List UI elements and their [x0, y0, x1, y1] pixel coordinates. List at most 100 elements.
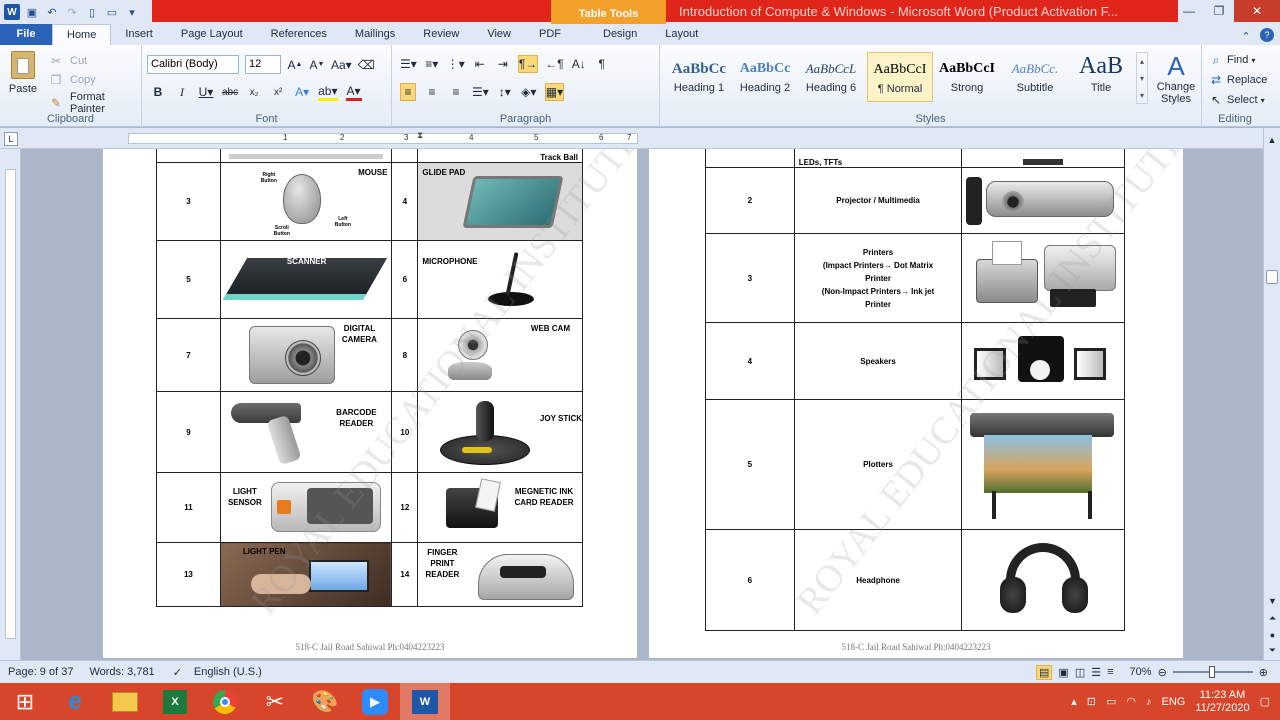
network-icon[interactable]: ⊡: [1087, 695, 1096, 708]
replace-button[interactable]: ⇄ Replace: [1208, 71, 1267, 89]
redo-icon[interactable]: ↷: [64, 4, 80, 20]
ruler-strip[interactable]: 1 2 3 4 5 6 7 ⧗: [128, 130, 638, 144]
italic-icon[interactable]: I: [174, 83, 190, 101]
numbering-icon[interactable]: ≡▾: [424, 55, 440, 73]
zoom-level[interactable]: 70%: [1130, 666, 1152, 678]
indent-marker-icon[interactable]: ⧗: [417, 130, 423, 141]
grow-font-icon[interactable]: A ▲: [287, 56, 303, 74]
web-layout-icon[interactable]: ◫: [1075, 666, 1085, 679]
help-icon[interactable]: ?: [1260, 28, 1274, 42]
tab-view[interactable]: View: [473, 24, 525, 45]
zoom-in-icon[interactable]: ⊕: [1259, 666, 1268, 679]
scroll-up-icon[interactable]: ▲: [1264, 128, 1280, 152]
open-folder-icon[interactable]: ▭: [104, 4, 120, 20]
decrease-indent-icon[interactable]: ⇤: [472, 55, 488, 73]
format-painter-button[interactable]: ✎ Format Painter: [48, 91, 141, 115]
scroll-down-icon[interactable]: ▼: [1264, 596, 1280, 606]
tab-mailings[interactable]: Mailings: [341, 24, 409, 45]
tab-file[interactable]: File: [0, 24, 52, 45]
ltr-icon[interactable]: ¶→: [517, 55, 539, 73]
justify-icon[interactable]: ☰▾: [472, 83, 489, 101]
tray-chevron-icon[interactable]: ▴: [1071, 695, 1077, 708]
word-count[interactable]: Words: 3,781: [89, 666, 154, 678]
clock[interactable]: 11:23 AM 11/27/2020: [1195, 689, 1249, 715]
new-document-icon[interactable]: ▯: [84, 4, 100, 20]
style-heading-1[interactable]: AaBbCc Heading 1: [666, 52, 732, 102]
tab-insert[interactable]: Insert: [111, 24, 167, 45]
internet-explorer-icon[interactable]: e: [50, 683, 100, 720]
shrink-font-icon[interactable]: A ▼: [309, 56, 325, 74]
shading-icon[interactable]: ◈▾: [521, 83, 537, 101]
zoom-slider[interactable]: [1172, 666, 1253, 678]
styles-scroll[interactable]: ▴ ▾ ▾: [1136, 52, 1148, 104]
wifi-icon[interactable]: ◠: [1126, 695, 1136, 708]
zoom-app-icon[interactable]: ▶: [350, 683, 400, 720]
word-taskbar-icon[interactable]: W: [400, 683, 450, 720]
battery-icon[interactable]: ▭: [1106, 695, 1116, 708]
font-size-combo[interactable]: 12: [245, 55, 281, 74]
excel-icon[interactable]: X: [150, 683, 200, 720]
undo-icon[interactable]: ↶: [44, 4, 60, 20]
style-heading-6[interactable]: AaBbCcL Heading 6: [798, 52, 864, 102]
sort-icon[interactable]: A↓: [571, 55, 587, 73]
save-icon[interactable]: ▣: [24, 4, 40, 20]
highlight-icon[interactable]: ab▾: [318, 83, 338, 101]
chrome-icon[interactable]: [200, 683, 250, 720]
scroll-thumb[interactable]: [1266, 270, 1278, 284]
notifications-icon[interactable]: ▢: [1260, 695, 1270, 708]
browse-object-icon[interactable]: ●: [1264, 630, 1280, 640]
style-title[interactable]: AaB Title: [1068, 52, 1134, 102]
document-area[interactable]: Track Ball 3 MOUSE Right Button Left But…: [21, 149, 1263, 660]
proofing-icon[interactable]: ✓: [173, 666, 182, 679]
minimize-icon[interactable]: —: [1174, 0, 1204, 22]
text-effects-icon[interactable]: A▾: [294, 83, 310, 101]
restore-icon[interactable]: ❐: [1204, 0, 1234, 22]
change-case-icon[interactable]: Aa▾: [331, 56, 352, 74]
tab-page-layout[interactable]: Page Layout: [167, 24, 257, 45]
subscript-icon[interactable]: x₂: [246, 83, 262, 101]
outline-icon[interactable]: ☰: [1091, 666, 1101, 679]
align-center-icon[interactable]: ≡: [424, 83, 440, 101]
rtl-icon[interactable]: ←¶: [545, 55, 563, 73]
clear-formatting-icon[interactable]: ⌫: [358, 56, 375, 74]
tab-design[interactable]: Design: [589, 24, 651, 45]
language[interactable]: English (U.S.): [194, 666, 262, 678]
tab-layout[interactable]: Layout: [651, 24, 712, 45]
line-spacing-icon[interactable]: ↕▾: [497, 83, 513, 101]
superscript-icon[interactable]: x²: [270, 83, 286, 101]
paste-button[interactable]: Paste: [6, 49, 40, 109]
increase-indent-icon[interactable]: ⇥: [495, 55, 511, 73]
snipping-tool-icon[interactable]: ✂: [250, 683, 300, 720]
style-subtitle[interactable]: AaBbCc. Subtitle: [1002, 52, 1068, 102]
tab-review[interactable]: Review: [409, 24, 473, 45]
font-color-icon[interactable]: A▾: [345, 83, 362, 101]
cut-button[interactable]: ✂ Cut: [48, 52, 87, 70]
next-page-icon[interactable]: ⏷: [1264, 645, 1280, 656]
full-screen-icon[interactable]: ▣: [1058, 666, 1068, 679]
borders-icon[interactable]: ▦▾: [544, 83, 565, 101]
ribbon-collapse-icon[interactable]: ⌃: [1238, 28, 1254, 44]
tab-selector-icon[interactable]: L: [4, 132, 18, 146]
input-language[interactable]: ENG: [1162, 696, 1186, 708]
page-count[interactable]: Page: 9 of 37: [8, 666, 73, 678]
tab-references[interactable]: References: [257, 24, 341, 45]
draft-icon[interactable]: ≡: [1107, 666, 1113, 678]
font-name-combo[interactable]: Calibri (Body): [147, 55, 239, 74]
tab-home[interactable]: Home: [52, 24, 112, 45]
bullets-icon[interactable]: ☰▾: [400, 55, 417, 73]
vertical-scrollbar[interactable]: ▲ ▼ ⏶ ● ⏷: [1263, 128, 1280, 660]
style-strong[interactable]: AaBbCcI Strong: [934, 52, 1000, 102]
volume-icon[interactable]: ♪: [1146, 696, 1152, 708]
select-button[interactable]: ↖ Select ▾: [1208, 91, 1265, 109]
word-app-icon[interactable]: W: [4, 4, 20, 20]
print-layout-icon[interactable]: ▤: [1036, 664, 1053, 680]
multilevel-list-icon[interactable]: ⋮▾: [447, 55, 465, 73]
file-explorer-icon[interactable]: [100, 683, 150, 720]
change-styles-button[interactable]: A Change Styles: [1152, 51, 1200, 105]
tab-pdf[interactable]: PDF: [525, 24, 575, 45]
copy-button[interactable]: ❐ Copy: [48, 71, 96, 89]
find-button[interactable]: ⌕ Find ▾: [1208, 51, 1256, 69]
align-right-icon[interactable]: ≡: [448, 83, 464, 101]
close-icon[interactable]: ✕: [1234, 0, 1280, 22]
bold-icon[interactable]: B: [150, 83, 166, 101]
